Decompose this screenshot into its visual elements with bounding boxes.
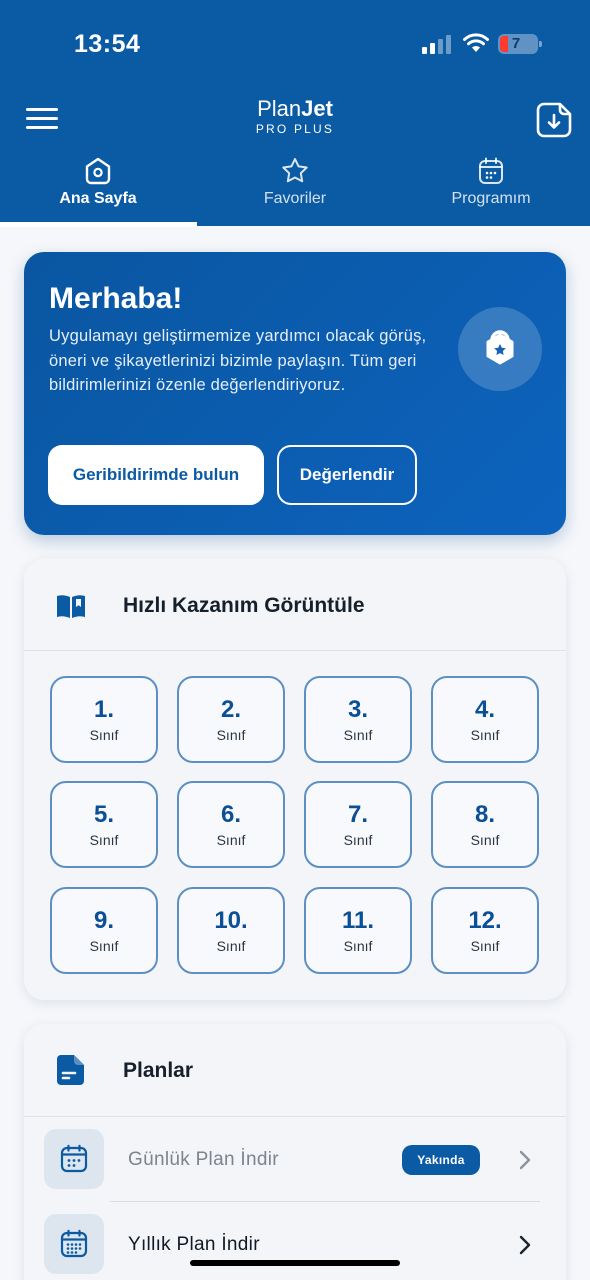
greeting-title: Merhaba!	[49, 282, 183, 315]
bag-star-icon	[458, 307, 542, 391]
tab-program[interactable]: Programım	[393, 156, 589, 208]
tab-favorites-label: Favoriler	[263, 190, 327, 207]
list-item-daily-plan[interactable]: Günlük Plan İndir Yakında	[24, 1117, 566, 1203]
grade-button-9[interactable]: 9. Sınıf	[50, 887, 158, 974]
battery-indicator: 7	[498, 34, 542, 54]
feedback-description: Uygulamayı geliştirmemize yardımcı olaca…	[49, 327, 427, 394]
list-item-yearly-plan[interactable]: Yıllık Plan İndir	[24, 1202, 566, 1280]
status-time: 13:54	[74, 30, 141, 58]
plans-card: Planlar Günlük Plan İndir Yakında Yıllık…	[24, 1024, 566, 1280]
grade-button-8[interactable]: 8. Sınıf	[431, 781, 539, 868]
plans-title: Planlar	[123, 1059, 194, 1082]
grade-button-7[interactable]: 7. Sınıf	[304, 781, 412, 868]
grade-button-10[interactable]: 10. Sınıf	[177, 887, 285, 974]
chevron-right-icon	[519, 1150, 531, 1170]
app-header: 13:54 7 PlanJet PRO PLUS Ana Sayfa Favor…	[0, 0, 590, 227]
tab-program-label: Programım	[451, 190, 531, 207]
tab-home-label: Ana Sayfa	[59, 190, 137, 207]
daily-plan-label: Günlük Plan İndir	[128, 1149, 279, 1170]
app-edition: PRO PLUS	[255, 122, 335, 136]
grade-button-12[interactable]: 12. Sınıf	[431, 887, 539, 974]
quick-achievement-title: Hızlı Kazanım Görüntüle	[123, 594, 365, 617]
cellular-signal-icon	[422, 34, 454, 54]
grade-button-4[interactable]: 4. Sınıf	[431, 676, 539, 763]
grade-button-1[interactable]: 1. Sınıf	[50, 676, 158, 763]
home-indicator[interactable]	[190, 1260, 400, 1266]
quick-achievement-card: Hızlı Kazanım Görüntüle 1. Sınıf 2. Sınıf …	[24, 559, 566, 1000]
star-icon	[282, 158, 308, 183]
download-document-icon[interactable]	[536, 102, 572, 138]
divider	[24, 650, 566, 651]
feedback-card: Merhaba! Uygulamayı geliştirmemize yardı…	[24, 252, 566, 535]
calendar-grid-icon	[44, 1214, 104, 1274]
wifi-icon	[463, 33, 489, 52]
chevron-right-icon	[519, 1235, 531, 1255]
menu-icon[interactable]	[26, 106, 58, 132]
tab-home[interactable]: Ana Sayfa	[0, 156, 196, 208]
book-icon	[57, 595, 85, 618]
give-feedback-button[interactable]: Geribildirimde bulun	[48, 445, 264, 505]
grade-button-5[interactable]: 5. Sınıf	[50, 781, 158, 868]
home-icon	[85, 157, 111, 185]
yearly-plan-label: Yıllık Plan İndir	[128, 1234, 260, 1255]
grade-button-2[interactable]: 2. Sınıf	[177, 676, 285, 763]
app-logo: PlanJet PRO PLUS	[195, 96, 395, 136]
grade-button-11[interactable]: 11. Sınıf	[304, 887, 412, 974]
calendar-icon	[479, 157, 503, 184]
calendar-icon	[44, 1129, 104, 1189]
document-icon	[57, 1055, 84, 1085]
grade-button-6[interactable]: 6. Sınıf	[177, 781, 285, 868]
rate-button[interactable]: Değerlendir	[277, 445, 417, 505]
coming-soon-badge: Yakında	[402, 1145, 480, 1175]
battery-level: 7	[511, 35, 521, 52]
grade-button-3[interactable]: 3. Sınıf	[304, 676, 412, 763]
tab-favorites[interactable]: Favoriler	[197, 156, 393, 208]
active-tab-indicator	[0, 222, 197, 227]
